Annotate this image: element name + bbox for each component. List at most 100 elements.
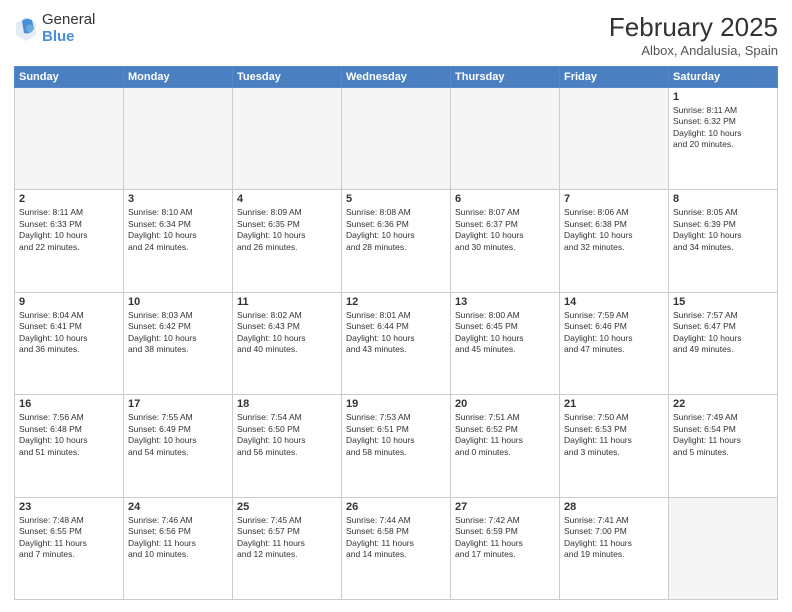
day-info: Sunrise: 8:05 AM Sunset: 6:39 PM Dayligh… [673, 207, 773, 253]
day-info: Sunrise: 7:50 AM Sunset: 6:53 PM Dayligh… [564, 412, 664, 458]
day-info: Sunrise: 8:00 AM Sunset: 6:45 PM Dayligh… [455, 310, 555, 356]
calendar-cell: 19Sunrise: 7:53 AM Sunset: 6:51 PM Dayli… [342, 395, 451, 497]
day-number: 12 [346, 296, 446, 308]
week-row-1: 2 Sunrise: 8:11 AM Sunset: 6:33 PM Daylig… [15, 190, 778, 292]
calendar-table: SundayMondayTuesdayWednesdayThursdayFrid… [14, 66, 778, 600]
week-row-4: 23 Sunrise: 7:48 AM Sunset: 6:55 PM Dayli… [15, 497, 778, 599]
day-info: Sunrise: 7:55 AM Sunset: 6:49 PM Dayligh… [128, 412, 228, 458]
calendar-cell: 16 Sunrise: 7:56 AM Sunset: 6:48 PM Dayli… [15, 395, 124, 497]
day-info: Sunrise: 8:09 AM Sunset: 6:35 PM Dayligh… [237, 207, 337, 253]
day-number: 13 [455, 296, 555, 308]
day-info: Sunrise: 8:01 AM Sunset: 6:44 PM Dayligh… [346, 310, 446, 356]
logo-text: General Blue [42, 12, 95, 45]
calendar-cell: 6 Sunrise: 8:07 AM Sunset: 6:37 PM Daylig… [451, 190, 560, 292]
day-info: Sunrise: 7:54 AM Sunset: 6:50 PM Dayligh… [237, 412, 337, 458]
calendar-cell: 1Sunrise: 8:11 AM Sunset: 6:32 PM Daylig… [669, 88, 778, 190]
calendar-cell: 25 Sunrise: 7:45 AM Sunset: 6:57 PM Dayli… [233, 497, 342, 599]
week-row-0: 1Sunrise: 8:11 AM Sunset: 6:32 PM Daylig… [15, 88, 778, 190]
day-number: 4 [237, 193, 337, 205]
calendar-cell: 2 Sunrise: 8:11 AM Sunset: 6:33 PM Daylig… [15, 190, 124, 292]
header-tuesday: Tuesday [233, 67, 342, 88]
calendar-cell: 26 Sunrise: 7:44 AM Sunset: 6:58 PM Dayli… [342, 497, 451, 599]
calendar-cell [233, 88, 342, 190]
day-number: 23 [19, 501, 119, 513]
logo-icon [14, 15, 38, 43]
day-number: 10 [128, 296, 228, 308]
title-block: February 2025 Albox, Andalusia, Spain [609, 12, 778, 58]
day-info: Sunrise: 8:08 AM Sunset: 6:36 PM Dayligh… [346, 207, 446, 253]
calendar-cell: 11 Sunrise: 8:02 AM Sunset: 6:43 PM Dayli… [233, 292, 342, 394]
header-friday: Friday [560, 67, 669, 88]
calendar-header-row: SundayMondayTuesdayWednesdayThursdayFrid… [15, 67, 778, 88]
day-info: Sunrise: 7:59 AM Sunset: 6:46 PM Dayligh… [564, 310, 664, 356]
day-number: 11 [237, 296, 337, 308]
calendar-cell [560, 88, 669, 190]
calendar-cell: 9Sunrise: 8:04 AM Sunset: 6:41 PM Daylig… [15, 292, 124, 394]
calendar-cell: 22 Sunrise: 7:49 AM Sunset: 6:54 PM Dayli… [669, 395, 778, 497]
calendar-cell: 12 Sunrise: 8:01 AM Sunset: 6:44 PM Dayli… [342, 292, 451, 394]
header: General Blue February 2025 Albox, Andalu… [14, 12, 778, 58]
day-info: Sunrise: 8:06 AM Sunset: 6:38 PM Dayligh… [564, 207, 664, 253]
calendar-cell [342, 88, 451, 190]
logo-blue-text: Blue [42, 29, 95, 46]
day-info: Sunrise: 7:45 AM Sunset: 6:57 PM Dayligh… [237, 515, 337, 561]
day-number: 21 [564, 398, 664, 410]
calendar-cell: 10Sunrise: 8:03 AM Sunset: 6:42 PM Dayli… [124, 292, 233, 394]
calendar-cell: 4 Sunrise: 8:09 AM Sunset: 6:35 PM Daylig… [233, 190, 342, 292]
calendar-cell: 20 Sunrise: 7:51 AM Sunset: 6:52 PM Dayli… [451, 395, 560, 497]
day-number: 19 [346, 398, 446, 410]
calendar-cell [124, 88, 233, 190]
calendar-cell: 28Sunrise: 7:41 AM Sunset: 7:00 PM Dayli… [560, 497, 669, 599]
day-number: 17 [128, 398, 228, 410]
day-info: Sunrise: 8:02 AM Sunset: 6:43 PM Dayligh… [237, 310, 337, 356]
day-number: 26 [346, 501, 446, 513]
day-info: Sunrise: 7:51 AM Sunset: 6:52 PM Dayligh… [455, 412, 555, 458]
day-number: 24 [128, 501, 228, 513]
week-row-2: 9Sunrise: 8:04 AM Sunset: 6:41 PM Daylig… [15, 292, 778, 394]
day-info: Sunrise: 8:11 AM Sunset: 6:33 PM Dayligh… [19, 207, 119, 253]
calendar-cell: 24 Sunrise: 7:46 AM Sunset: 6:56 PM Dayli… [124, 497, 233, 599]
day-info: Sunrise: 7:44 AM Sunset: 6:58 PM Dayligh… [346, 515, 446, 561]
page: General Blue February 2025 Albox, Andalu… [0, 0, 792, 612]
calendar-cell: 21 Sunrise: 7:50 AM Sunset: 6:53 PM Dayli… [560, 395, 669, 497]
calendar-cell [15, 88, 124, 190]
calendar-cell: 18 Sunrise: 7:54 AM Sunset: 6:50 PM Dayli… [233, 395, 342, 497]
day-number: 22 [673, 398, 773, 410]
day-info: Sunrise: 7:48 AM Sunset: 6:55 PM Dayligh… [19, 515, 119, 561]
day-info: Sunrise: 8:07 AM Sunset: 6:37 PM Dayligh… [455, 207, 555, 253]
day-number: 2 [19, 193, 119, 205]
day-number: 16 [19, 398, 119, 410]
day-number: 3 [128, 193, 228, 205]
header-thursday: Thursday [451, 67, 560, 88]
day-info: Sunrise: 7:57 AM Sunset: 6:47 PM Dayligh… [673, 310, 773, 356]
header-saturday: Saturday [669, 67, 778, 88]
day-info: Sunrise: 8:10 AM Sunset: 6:34 PM Dayligh… [128, 207, 228, 253]
day-number: 14 [564, 296, 664, 308]
day-info: Sunrise: 7:49 AM Sunset: 6:54 PM Dayligh… [673, 412, 773, 458]
day-number: 8 [673, 193, 773, 205]
day-info: Sunrise: 7:41 AM Sunset: 7:00 PM Dayligh… [564, 515, 664, 561]
day-info: Sunrise: 7:46 AM Sunset: 6:56 PM Dayligh… [128, 515, 228, 561]
calendar-cell: 17 Sunrise: 7:55 AM Sunset: 6:49 PM Dayli… [124, 395, 233, 497]
week-row-3: 16 Sunrise: 7:56 AM Sunset: 6:48 PM Dayli… [15, 395, 778, 497]
header-sunday: Sunday [15, 67, 124, 88]
calendar-cell: 13 Sunrise: 8:00 AM Sunset: 6:45 PM Dayli… [451, 292, 560, 394]
day-number: 25 [237, 501, 337, 513]
calendar-cell [669, 497, 778, 599]
calendar-cell: 5Sunrise: 8:08 AM Sunset: 6:36 PM Daylig… [342, 190, 451, 292]
calendar-cell: 23 Sunrise: 7:48 AM Sunset: 6:55 PM Dayli… [15, 497, 124, 599]
calendar-cell: 8 Sunrise: 8:05 AM Sunset: 6:39 PM Daylig… [669, 190, 778, 292]
day-info: Sunrise: 7:56 AM Sunset: 6:48 PM Dayligh… [19, 412, 119, 458]
day-number: 20 [455, 398, 555, 410]
location: Albox, Andalusia, Spain [609, 43, 778, 58]
logo: General Blue [14, 12, 95, 45]
calendar-cell: 27 Sunrise: 7:42 AM Sunset: 6:59 PM Dayli… [451, 497, 560, 599]
calendar-cell: 3 Sunrise: 8:10 AM Sunset: 6:34 PM Daylig… [124, 190, 233, 292]
header-wednesday: Wednesday [342, 67, 451, 88]
month-title: February 2025 [609, 12, 778, 43]
day-number: 15 [673, 296, 773, 308]
day-number: 27 [455, 501, 555, 513]
day-info: Sunrise: 7:42 AM Sunset: 6:59 PM Dayligh… [455, 515, 555, 561]
day-number: 6 [455, 193, 555, 205]
day-number: 18 [237, 398, 337, 410]
